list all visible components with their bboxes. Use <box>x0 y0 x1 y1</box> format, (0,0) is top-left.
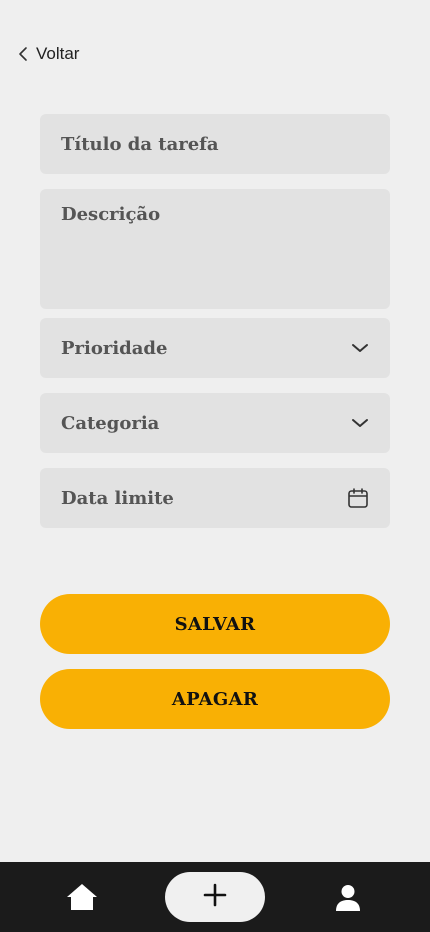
back-label: Voltar <box>36 44 80 63</box>
task-description-textarea[interactable]: Descrição <box>40 189 390 309</box>
save-button[interactable]: SALVAR <box>40 594 390 654</box>
plus-icon <box>203 883 227 911</box>
home-icon[interactable] <box>65 882 99 912</box>
task-title-input[interactable]: Título da tarefa <box>40 114 390 174</box>
due-date-input[interactable]: Data limite <box>40 468 390 528</box>
delete-button[interactable]: APAGAR <box>40 669 390 729</box>
due-date-placeholder: Data limite <box>61 487 174 509</box>
chevron-down-icon <box>351 417 369 429</box>
chevron-down-icon <box>351 342 369 354</box>
back-link[interactable]: Voltar <box>18 42 79 66</box>
task-title-placeholder: Título da tarefa <box>61 133 219 155</box>
calendar-icon[interactable] <box>347 487 369 509</box>
bottom-navbar <box>0 862 430 932</box>
task-description-placeholder: Descrição <box>61 204 161 225</box>
chevron-left-icon <box>18 46 28 62</box>
priority-placeholder: Prioridade <box>61 337 168 359</box>
add-task-button[interactable] <box>165 872 265 922</box>
category-placeholder: Categoria <box>61 412 160 434</box>
user-icon[interactable] <box>333 884 363 912</box>
priority-select[interactable]: Prioridade <box>40 318 390 378</box>
category-select[interactable]: Categoria <box>40 393 390 453</box>
